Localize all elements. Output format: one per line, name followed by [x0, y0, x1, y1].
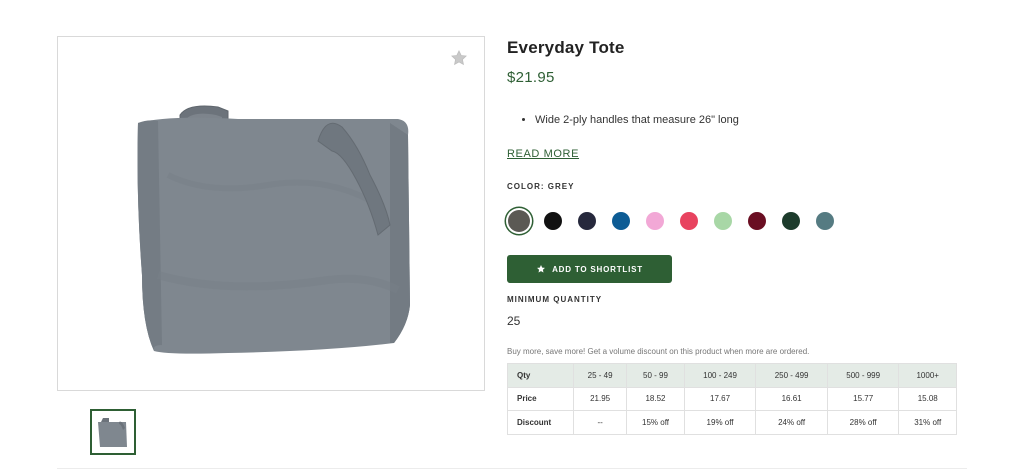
table-cell: Discount — [507, 410, 574, 435]
table-header-cell: 1000+ — [898, 363, 957, 388]
table-cell: 31% off — [898, 410, 957, 435]
table-header-cell: 50 - 99 — [626, 363, 685, 388]
add-to-shortlist-button[interactable]: ADD TO SHORTLIST — [507, 255, 672, 283]
swatch-black[interactable] — [544, 212, 562, 230]
thumbnail-image — [98, 418, 127, 447]
star-icon[interactable] — [450, 49, 468, 67]
swatch-slate[interactable] — [816, 212, 834, 230]
table-cell: Price — [507, 386, 574, 411]
table-cell: 21.95 — [572, 386, 628, 411]
color-swatches — [507, 210, 850, 232]
table-cell: 28% off — [826, 410, 900, 435]
feature-list: Wide 2-ply handles that measure 26" long — [523, 114, 739, 126]
divider — [57, 468, 967, 469]
table-row: Discount -- 15% off 19% off 24% off 28% … — [507, 410, 957, 435]
table-cell: 19% off — [683, 410, 757, 435]
add-to-shortlist-label: ADD TO SHORTLIST — [552, 264, 643, 274]
table-cell: 15.77 — [826, 386, 900, 411]
table-header-row: Qty 25 - 49 50 - 99 100 - 249 250 - 499 … — [507, 363, 957, 388]
table-cell: 18.52 — [626, 386, 685, 411]
color-label: COLOR: GREY — [507, 182, 575, 191]
table-header-cell: Qty — [507, 363, 574, 388]
swatch-grey[interactable] — [508, 210, 530, 232]
table-header-cell: 500 - 999 — [826, 363, 900, 388]
product-image-frame[interactable] — [57, 36, 485, 391]
table-cell: 16.61 — [755, 386, 828, 411]
minimum-quantity-value: 25 — [507, 314, 521, 328]
table-cell: 24% off — [755, 410, 828, 435]
table-row: Price 21.95 18.52 17.67 16.61 15.77 15.0… — [507, 386, 957, 411]
swatch-mint[interactable] — [714, 212, 732, 230]
table-header-cell: 25 - 49 — [572, 363, 628, 388]
feature-item: Wide 2-ply handles that measure 26" long — [535, 114, 739, 126]
swatch-pink[interactable] — [646, 212, 664, 230]
table-header-cell: 250 - 499 — [755, 363, 828, 388]
product-thumbnail[interactable] — [90, 409, 136, 455]
swatch-hot-pink[interactable] — [680, 212, 698, 230]
minimum-quantity-label: MINIMUM QUANTITY — [507, 295, 603, 304]
swatch-burgundy[interactable] — [748, 212, 766, 230]
star-icon — [537, 265, 546, 273]
volume-discount-note: Buy more, save more! Get a volume discou… — [507, 347, 810, 356]
swatch-royal-blue[interactable] — [612, 212, 630, 230]
swatch-navy[interactable] — [578, 212, 596, 230]
product-image — [137, 105, 410, 354]
read-more-link[interactable]: READ MORE — [507, 148, 579, 160]
product-price: $21.95 — [507, 69, 555, 86]
product-title: Everyday Tote — [507, 38, 625, 57]
volume-pricing-table: Qty 25 - 49 50 - 99 100 - 249 250 - 499 … — [507, 363, 957, 435]
swatch-forest-green[interactable] — [782, 212, 800, 230]
table-cell: 15% off — [626, 410, 685, 435]
table-cell: 17.67 — [683, 386, 757, 411]
table-cell: 15.08 — [898, 386, 957, 411]
table-header-cell: 100 - 249 — [683, 363, 757, 388]
table-cell: -- — [572, 410, 628, 435]
